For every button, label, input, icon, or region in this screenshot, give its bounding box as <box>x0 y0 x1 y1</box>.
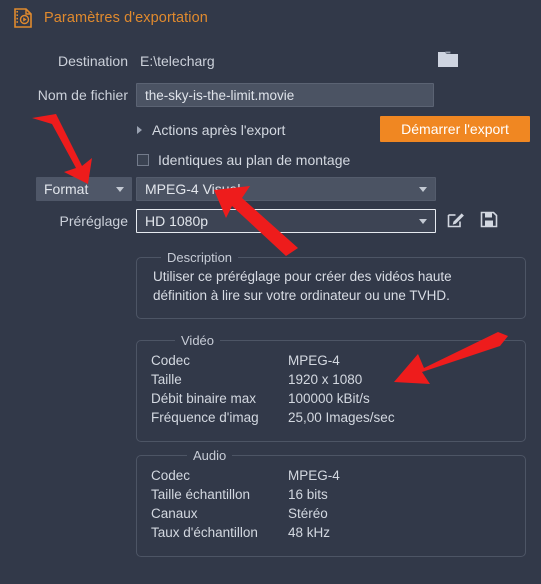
spec-key: Débit binaire max <box>151 391 257 406</box>
format-dropdown-button[interactable]: Format <box>36 177 132 201</box>
filename-label: Nom de fichier <box>37 87 128 103</box>
table-row: Taille échantillon 16 bits <box>151 485 525 504</box>
destination-value: E:\telecharg <box>140 53 215 69</box>
video-group: Vidéo Codec MPEG-4 Taille 1920 x 1080 Dé… <box>136 333 526 442</box>
table-row: Taux d'échantillon 48 kHz <box>151 523 525 542</box>
spec-value: 16 bits <box>288 487 328 502</box>
video-legend: Vidéo <box>175 333 221 348</box>
description-legend: Description <box>161 250 239 265</box>
title-bar: Paramètres d'exportation <box>0 0 541 35</box>
spec-key: Taux d'échantillon <box>151 525 258 540</box>
description-text: Utiliser ce préréglage pour créer des vi… <box>153 269 452 303</box>
table-row: Taille 1920 x 1080 <box>151 370 525 389</box>
destination-label: Destination <box>57 53 128 69</box>
same-as-timeline-label: Identiques au plan de montage <box>158 152 351 168</box>
spec-key: Codec <box>151 353 191 368</box>
export-video-icon <box>14 7 32 28</box>
chevron-down-icon <box>116 186 124 192</box>
audio-legend: Audio <box>187 448 233 463</box>
filename-value: the-sky-is-the-limit.movie <box>145 87 295 103</box>
spec-value: Stéréo <box>288 506 328 521</box>
edit-pencil-icon[interactable] <box>446 209 466 229</box>
preset-value: HD 1080p <box>145 213 209 229</box>
spec-key: Taille échantillon <box>151 487 251 502</box>
preset-label: Préréglage <box>59 213 129 229</box>
audio-group: Audio Codec MPEG-4 Taille échantillon 16… <box>136 448 526 557</box>
spec-key: Taille <box>151 372 182 387</box>
actions-after-export-label: Actions après l'export <box>152 122 286 138</box>
spec-value: MPEG-4 <box>288 468 340 483</box>
format-button-label: Format <box>44 181 89 197</box>
floppy-save-icon[interactable] <box>479 209 499 229</box>
spec-value: 25,00 Images/sec <box>288 410 395 425</box>
start-export-button[interactable]: Démarrer l'export <box>380 116 530 142</box>
chevron-down-icon <box>419 218 427 224</box>
page-title: Paramètres d'exportation <box>44 9 208 26</box>
video-spec-list: Codec MPEG-4 Taille 1920 x 1080 Débit bi… <box>137 341 525 427</box>
spec-value: MPEG-4 <box>288 353 340 368</box>
filename-input[interactable]: the-sky-is-the-limit.movie <box>136 83 434 107</box>
format-value: MPEG-4 Visual <box>145 181 241 197</box>
spec-key: Codec <box>151 468 191 483</box>
actions-after-export-toggle[interactable]: Actions après l'export <box>137 120 285 140</box>
table-row: Codec MPEG-4 <box>151 466 525 485</box>
export-settings-panel: Paramètres d'exportation Destination E:\… <box>0 0 541 584</box>
table-row: Fréquence d'imag 25,00 Images/sec <box>151 408 525 427</box>
format-combobox[interactable]: MPEG-4 Visual <box>136 177 436 201</box>
table-row: Codec MPEG-4 <box>151 351 525 370</box>
destination-row: Destination E:\telecharg <box>0 49 541 73</box>
chevron-down-icon <box>419 186 427 192</box>
filename-row: Nom de fichier the-sky-is-the-limit.movi… <box>0 82 541 108</box>
preset-combobox[interactable]: HD 1080p <box>136 209 436 233</box>
spec-value: 1920 x 1080 <box>288 372 363 387</box>
table-row: Canaux Stéréo <box>151 504 525 523</box>
same-as-timeline-row[interactable]: Identiques au plan de montage <box>137 150 350 170</box>
spec-key: Canaux <box>151 506 198 521</box>
spec-value: 100000 kBit/s <box>288 391 370 406</box>
spec-value: 48 kHz <box>288 525 331 540</box>
preset-label-row: Préréglage <box>0 209 129 233</box>
table-row: Débit binaire max 100000 kBit/s <box>151 389 525 408</box>
spec-key: Fréquence d'imag <box>151 410 259 425</box>
description-group: Description Utiliser ce préréglage pour … <box>136 250 526 319</box>
audio-spec-list: Codec MPEG-4 Taille échantillon 16 bits … <box>137 456 525 542</box>
folder-icon[interactable] <box>438 50 458 67</box>
same-as-timeline-checkbox[interactable] <box>137 154 149 166</box>
chevron-right-icon <box>137 126 142 134</box>
